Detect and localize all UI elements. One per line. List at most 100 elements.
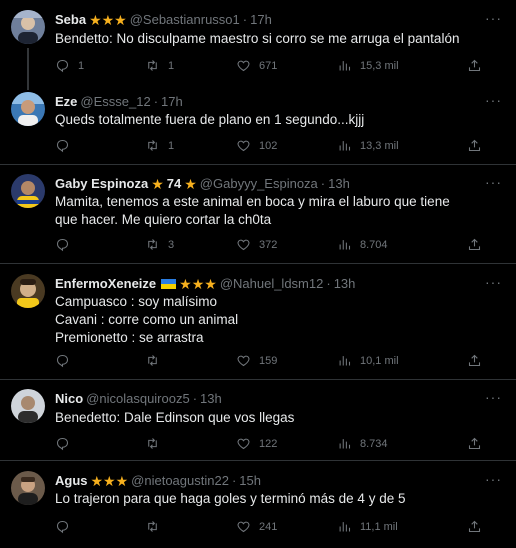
avatar[interactable] <box>11 174 45 208</box>
share-button[interactable] <box>467 58 482 73</box>
retweet-icon <box>148 521 157 532</box>
display-name[interactable]: Agus <box>55 473 88 488</box>
reply-icon <box>56 520 69 534</box>
view-count: 13,3 mil <box>360 139 399 152</box>
retweet-button[interactable] <box>145 436 168 451</box>
stars-emoji: ★★★ <box>179 275 217 292</box>
view-count: 8.704 <box>360 238 388 251</box>
views-button[interactable]: 10,1 mil <box>337 353 399 368</box>
separator-dot: · <box>326 276 331 291</box>
display-name[interactable]: Nico <box>55 391 83 406</box>
views-button[interactable]: 8.734 <box>337 436 388 451</box>
display-name[interactable]: EnfermoXeneize <box>55 276 156 291</box>
retweet-button[interactable]: 3 <box>145 237 174 252</box>
more-options-icon[interactable]: ··· <box>485 174 502 190</box>
action-bar: 122 8.734 <box>55 436 495 452</box>
tweet-nico[interactable]: Nico @nicolasquirooz5 · 13h ··· Benedett… <box>0 380 516 460</box>
handle[interactable]: @Sebastianrusso1 <box>130 12 240 27</box>
action-bar: 1 102 13,3 mil <box>55 138 495 154</box>
views-button[interactable]: 8.704 <box>337 237 388 252</box>
handle[interactable]: @Gabyyy_Espinoza <box>200 176 318 191</box>
display-name[interactable]: Eze <box>55 94 77 109</box>
tweet-gaby-espinoza[interactable]: Gaby Espinoza ★ 74 ★ @Gabyyy_Espinoza · … <box>0 165 516 263</box>
retweet-icon <box>148 60 157 71</box>
views-button[interactable]: 11,1 mil <box>337 519 398 534</box>
view-count: 11,1 mil <box>360 520 398 533</box>
tweet-seba[interactable]: Seba ★★★ @Sebastianrusso1 · 17h ··· Bend… <box>0 0 516 90</box>
avatar[interactable] <box>11 471 45 505</box>
tweet-line: Campuasco : soy malísimo <box>55 294 218 309</box>
share-button[interactable] <box>467 353 482 368</box>
like-icon <box>237 239 250 251</box>
action-bar: 159 10,1 mil <box>55 353 495 369</box>
timestamp[interactable]: 13h <box>328 176 350 191</box>
tweet-agus[interactable]: Agus ★★★ @nietoagustin22 · 15h ··· Lo tr… <box>0 461 516 548</box>
reply-icon <box>56 437 69 451</box>
reply-button[interactable] <box>55 237 78 252</box>
tweet-text: Bendetto: No disculpame maestro si corro… <box>55 31 460 46</box>
share-button[interactable] <box>467 237 482 252</box>
timestamp[interactable]: 13h <box>200 391 222 406</box>
like-button[interactable]: 241 <box>236 519 277 534</box>
like-icon <box>237 140 250 152</box>
separator-dot: · <box>242 12 248 27</box>
tweet-line: Cavani : corre como un animal <box>55 312 239 327</box>
share-icon <box>468 238 481 251</box>
reply-button[interactable] <box>55 436 78 451</box>
handle[interactable]: @Nahuel_ldsm12 <box>220 276 324 291</box>
more-options-icon[interactable]: ··· <box>485 274 502 290</box>
more-options-icon[interactable]: ··· <box>485 92 502 108</box>
reply-button[interactable]: 1 <box>55 58 84 73</box>
avatar[interactable] <box>11 10 45 44</box>
handle[interactable]: @Essse_12 <box>80 94 150 109</box>
timestamp[interactable]: 13h <box>334 276 356 291</box>
action-bar: 1 1 671 15,3 mil <box>55 58 495 74</box>
separator-dot: · <box>320 176 326 191</box>
share-button[interactable] <box>467 436 482 451</box>
views-icon <box>339 141 351 151</box>
tweet-eze[interactable]: Eze @Essse_12 · 17h ··· Queds totalmente… <box>0 88 516 164</box>
handle[interactable]: @nietoagustin22 <box>131 473 229 488</box>
more-options-icon[interactable]: ··· <box>485 10 502 26</box>
avatar[interactable] <box>11 389 45 423</box>
retweet-count: 1 <box>168 139 175 152</box>
like-button[interactable]: 159 <box>236 353 277 368</box>
more-options-icon[interactable]: ··· <box>485 471 502 487</box>
like-count: 372 <box>259 238 278 251</box>
like-button[interactable]: 122 <box>236 436 277 451</box>
handle[interactable]: @nicolasquirooz5 <box>86 391 190 406</box>
retweet-button[interactable] <box>145 353 168 368</box>
like-count: 671 <box>259 59 278 72</box>
tweet-text: Lo trajeron para que haga goles y termin… <box>55 491 406 506</box>
tweet-header: Nico @nicolasquirooz5 · 13h <box>55 391 222 406</box>
tweet-enfermoxeneize[interactable]: EnfermoXeneize ★★★ @Nahuel_ldsm12 · 13h … <box>0 264 516 379</box>
retweet-icon <box>148 140 157 151</box>
like-count: 241 <box>259 520 278 533</box>
reply-icon <box>56 238 69 252</box>
reply-button[interactable] <box>55 138 78 153</box>
timestamp[interactable]: 17h <box>250 12 272 27</box>
display-name[interactable]: Seba <box>55 12 86 27</box>
more-options-icon[interactable]: ··· <box>485 389 502 405</box>
reply-icon <box>56 354 69 368</box>
reply-button[interactable] <box>55 519 78 534</box>
like-button[interactable]: 671 <box>236 58 277 73</box>
like-button[interactable]: 372 <box>236 237 277 252</box>
avatar[interactable] <box>11 92 45 126</box>
views-button[interactable]: 15,3 mil <box>337 58 399 73</box>
timestamp[interactable]: 17h <box>161 94 183 109</box>
like-button[interactable]: 102 <box>236 138 277 153</box>
share-button[interactable] <box>467 519 482 534</box>
reply-button[interactable] <box>55 353 78 368</box>
display-name[interactable]: Gaby Espinoza <box>55 176 148 191</box>
stars-emoji: ★★★ <box>90 472 129 489</box>
retweet-button[interactable]: 1 <box>145 138 174 153</box>
timestamp[interactable]: 15h <box>239 473 261 488</box>
share-button[interactable] <box>467 138 482 153</box>
retweet-icon <box>148 239 157 250</box>
retweet-button[interactable] <box>145 519 168 534</box>
avatar[interactable] <box>11 274 45 308</box>
views-icon <box>339 240 351 250</box>
retweet-button[interactable]: 1 <box>145 58 174 73</box>
views-button[interactable]: 13,3 mil <box>337 138 399 153</box>
